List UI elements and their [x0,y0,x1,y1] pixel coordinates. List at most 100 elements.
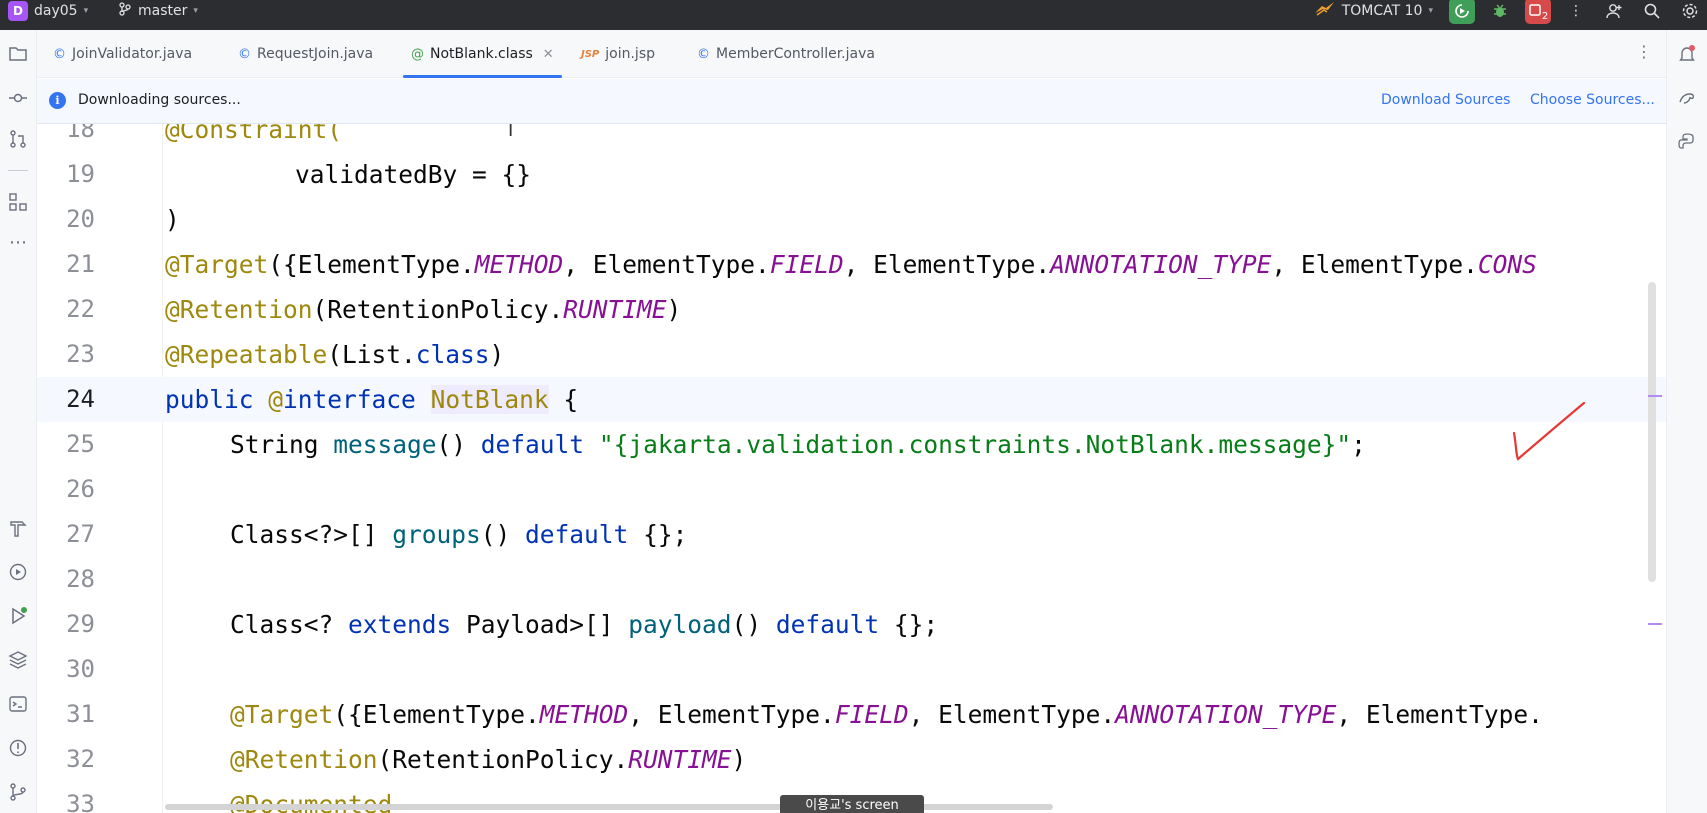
commit-icon[interactable] [6,86,30,110]
choose-sources-link[interactable]: Choose Sources... [1530,92,1655,108]
code-text: @Constraint( [165,124,343,144]
download-sources-link[interactable]: Download Sources [1381,92,1510,108]
code-line: 25 String message() default "{jakarta.va… [37,422,1666,467]
code-text: Class<? extends Payload>[] payload() def… [230,610,939,639]
class-icon: © [238,46,251,62]
line-number: 30 [66,655,95,683]
code-text: String message() default "{jakarta.valid… [230,430,1366,459]
code-line: 28 [37,557,1666,602]
notification-count: 2 [1541,10,1549,22]
run-config-selector[interactable]: TOMCAT 10 ▾ [1314,1,1433,21]
line-number: 27 [66,520,95,548]
problems-icon[interactable] [6,736,30,760]
code-line: 26 [37,467,1666,512]
line-number: 25 [66,430,95,458]
run-icon[interactable] [6,604,30,628]
code-text: @Target({ElementType.METHOD, ElementType… [230,700,1543,729]
code-editor[interactable]: 18 @Constraint( 19 validatedBy = {} 20 )… [37,124,1666,813]
more-vertical-icon[interactable]: ⋮ [1636,42,1652,61]
line-number: 23 [66,340,95,368]
line-number: 29 [66,610,95,638]
services-icon[interactable] [6,560,30,584]
code-line: 27 Class<?>[] groups() default {}; [37,512,1666,557]
titlebar-actions: TOMCAT 10 ▾ 2 ⋮ [1314,0,1707,24]
tab-label: join.jsp [605,46,656,62]
banner-message: Downloading sources... [78,92,241,108]
code-line: 22 @Retention(RetentionPolicy.RUNTIME) [37,287,1666,332]
line-number: 32 [66,745,95,773]
line-number: 19 [66,160,95,188]
code-text: @Retention(RetentionPolicy.RUNTIME) [230,745,747,774]
ide-window: D day05 ▾ master ▾ TOMCAT 10 ▾ 2 ⋮ ⋯ © J… [0,0,1707,813]
git-icon[interactable] [6,780,30,804]
tab-join-validator[interactable]: © JoinValidator.java [53,30,192,78]
more-vertical-icon[interactable]: ⋮ [1563,0,1589,24]
gear-icon[interactable] [1677,0,1703,24]
tab-label: NotBlank.class [430,46,533,62]
tab-join-jsp[interactable]: JSP join.jsp [581,30,655,78]
folder-icon[interactable] [6,42,30,66]
chevron-down-icon: ▾ [193,6,198,16]
python-console-icon[interactable] [1675,130,1699,154]
project-selector[interactable]: D day05 ▾ [8,0,88,22]
code-line-current: 24 public @interface NotBlank { [37,377,1666,422]
line-number: 28 [66,565,95,593]
hand-drawn-check-mark [1512,401,1586,461]
line-number: 24 [66,385,95,413]
line-number: 26 [66,475,95,503]
tomcat-icon [1314,1,1336,21]
tab-label: RequestJoin.java [257,46,374,62]
notifications-bell-icon[interactable] [1675,42,1699,66]
gradle-icon[interactable] [1675,86,1699,110]
tab-member-controller[interactable]: © MemberController.java [697,30,875,78]
pull-request-icon[interactable] [6,127,30,151]
code-line: 19 validatedBy = {} [37,152,1666,197]
git-branch-icon [118,2,132,20]
chevron-down-icon: ▾ [1428,6,1433,16]
left-tool-strip: ⋯ [0,30,37,813]
class-icon: © [697,46,710,62]
screen-share-label: 이용교's screen [780,795,924,813]
tab-not-blank[interactable]: @ NotBlank.class ✕ [403,30,562,78]
strip-divider [8,170,28,171]
jsp-icon: JSP [581,48,600,60]
code-line: 23 @Repeatable(List.class) [37,332,1666,377]
add-user-icon[interactable] [1601,0,1627,24]
run-config-label: TOMCAT 10 [1341,3,1423,19]
tab-request-join[interactable]: © RequestJoin.java [238,30,373,78]
code-text: @Target({ElementType.METHOD, ElementType… [165,250,1537,279]
line-number: 20 [66,205,95,233]
branch-selector[interactable]: master ▾ [118,0,198,22]
more-horizontal-icon[interactable]: ⋯ [6,230,30,254]
code-text: public @interface NotBlank { [165,385,579,414]
code-line: 31 @Target({ElementType.METHOD, ElementT… [37,692,1666,737]
build-hammer-icon[interactable] [6,516,30,540]
terminal-icon[interactable] [6,692,30,716]
rerun-button[interactable] [1449,0,1475,24]
layers-icon[interactable] [6,648,30,672]
project-badge: D [8,1,28,21]
line-number: 18 [66,124,95,143]
line-number: 21 [66,250,95,278]
project-name: day05 [34,3,78,19]
line-number: 22 [66,295,95,323]
close-icon[interactable]: ✕ [543,47,554,62]
code-line: 18 @Constraint( [37,124,1666,152]
stop-button[interactable]: 2 [1525,0,1551,24]
code-line: 29 Class<? extends Payload>[] payload() … [37,602,1666,647]
debug-button[interactable] [1487,0,1513,24]
title-bar: D day05 ▾ master ▾ TOMCAT 10 ▾ 2 ⋮ [0,0,1707,30]
vertical-scrollbar[interactable] [1648,282,1656,582]
class-icon: © [53,46,66,62]
scroll-marker [1648,395,1662,397]
code-line: 32 @Retention(RetentionPolicy.RUNTIME) [37,737,1666,782]
code-text: @Repeatable(List.class) [165,340,505,369]
code-text: @Retention(RetentionPolicy.RUNTIME) [165,295,682,324]
search-icon[interactable] [1639,0,1665,24]
structure-icon[interactable] [6,190,30,214]
branch-name: master [138,3,188,19]
scroll-marker [1648,623,1662,625]
code-text: Class<?>[] groups() default {}; [230,520,688,549]
tab-label: MemberController.java [716,46,875,62]
code-line: 21 @Target({ElementType.METHOD, ElementT… [37,242,1666,287]
